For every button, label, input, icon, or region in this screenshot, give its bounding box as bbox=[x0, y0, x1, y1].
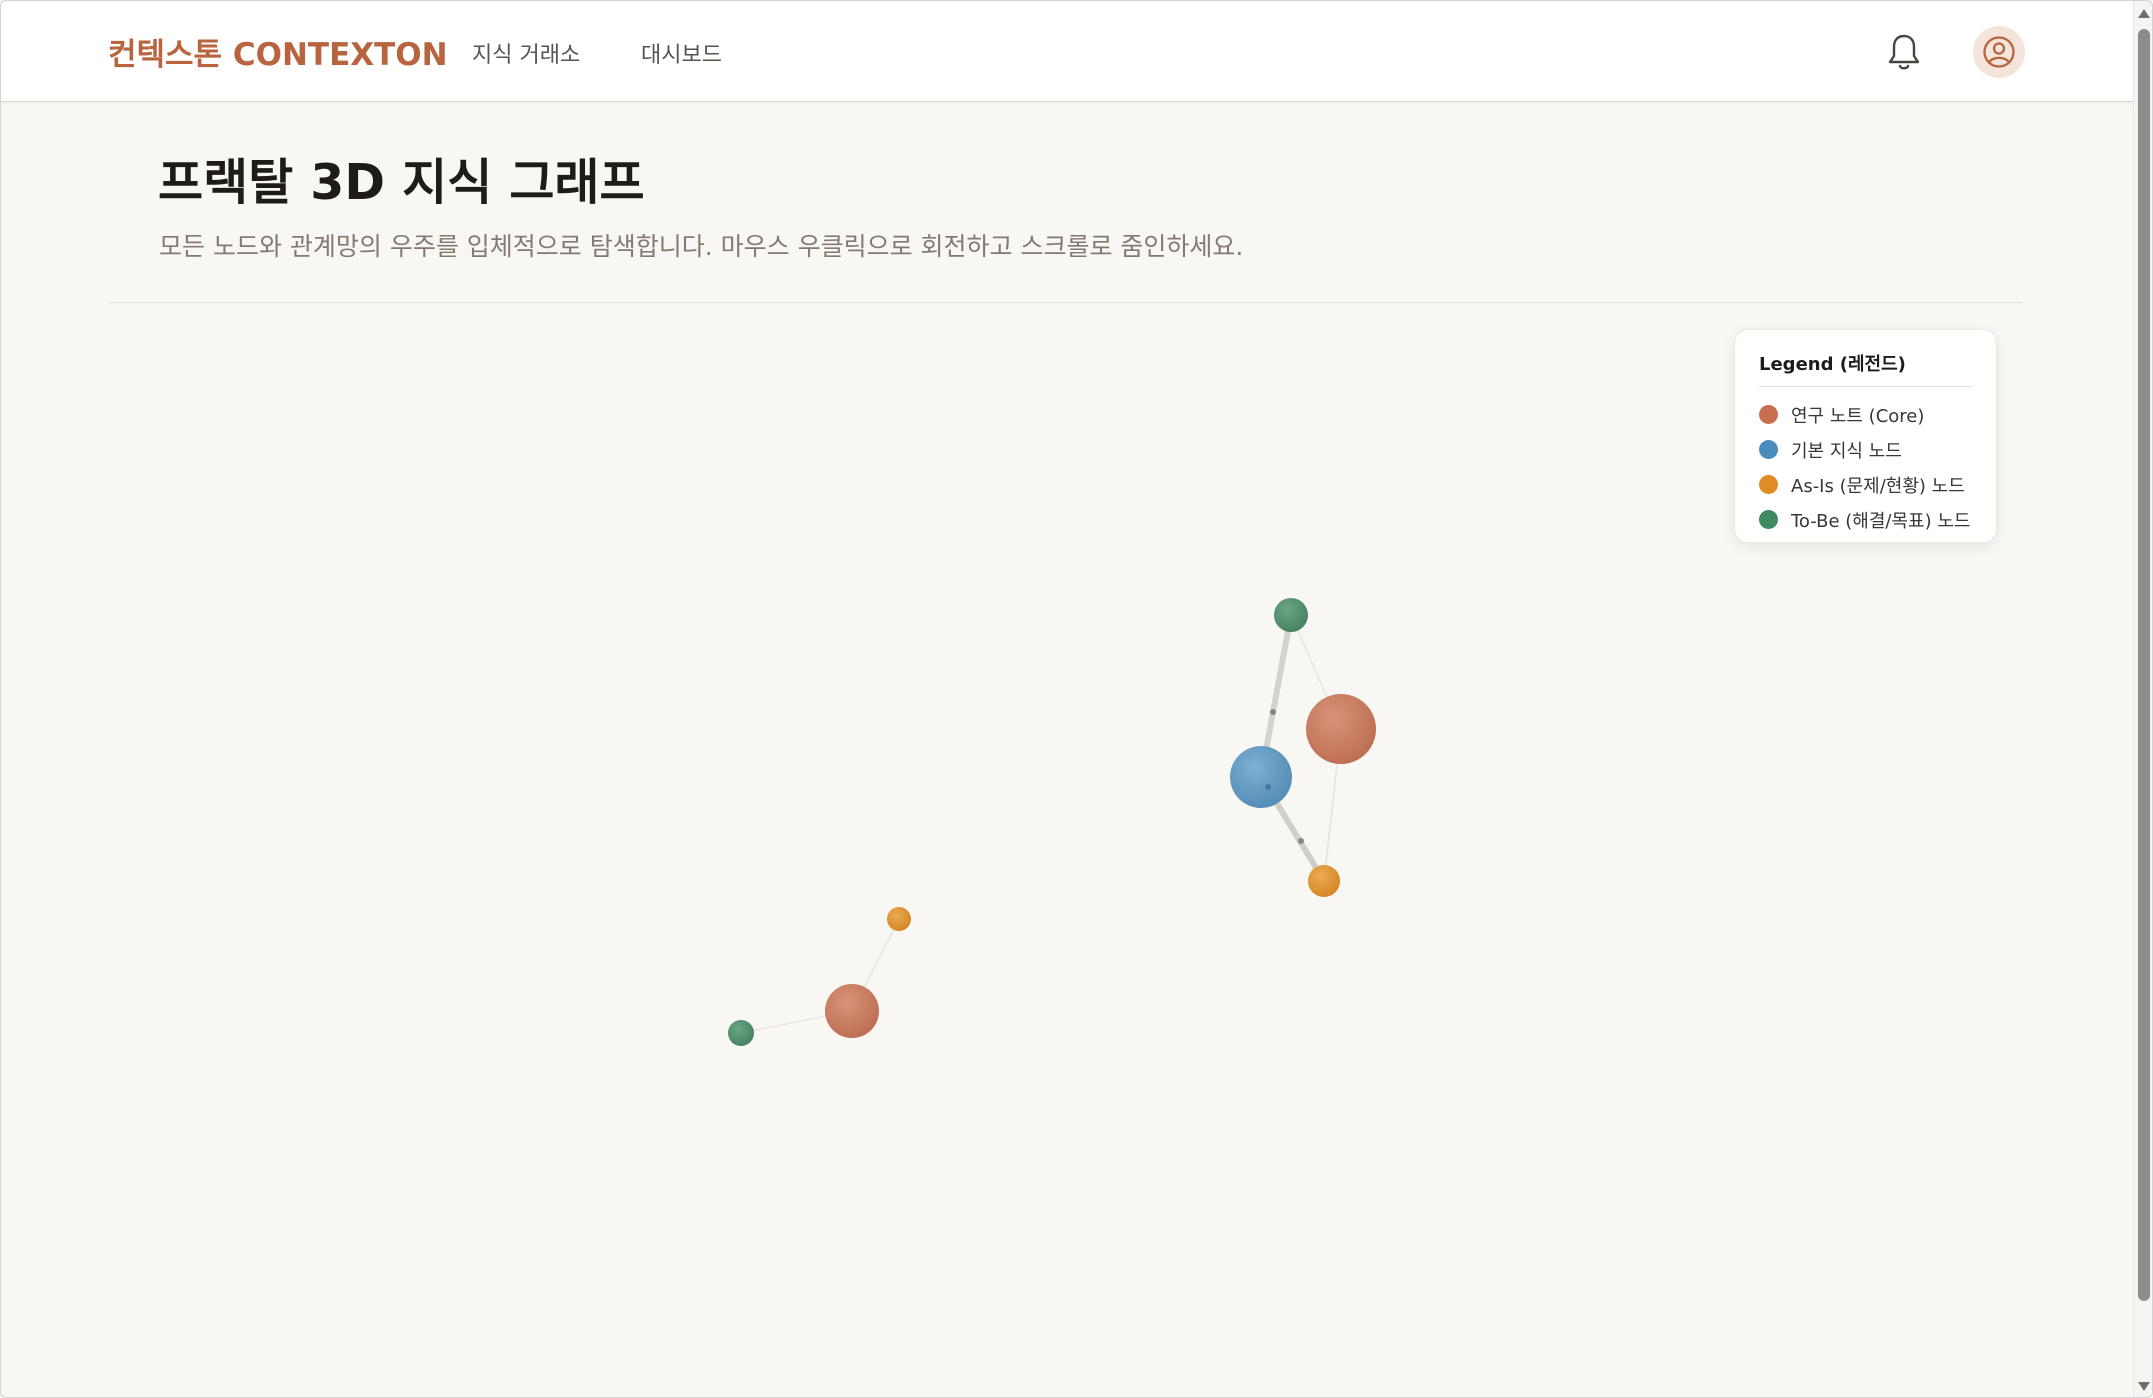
legend-item-to-be: To-Be (해결/목표) 노드 bbox=[1759, 502, 1972, 537]
graph-node-to-be[interactable] bbox=[728, 1020, 754, 1046]
graph-node-core[interactable] bbox=[1306, 694, 1376, 764]
user-circle-icon bbox=[1983, 36, 2015, 68]
bell-icon[interactable] bbox=[1885, 32, 1923, 72]
legend-dot bbox=[1759, 440, 1778, 459]
legend-dot bbox=[1759, 405, 1778, 424]
scroll-up-arrow-icon[interactable] bbox=[2138, 9, 2150, 18]
link-particle bbox=[1298, 838, 1304, 844]
vertical-scrollbar[interactable] bbox=[2133, 1, 2152, 1397]
graph-node-as-is[interactable] bbox=[887, 907, 911, 931]
legend-label: As-Is (문제/현황) 노드 bbox=[1791, 475, 1965, 497]
scroll-down-arrow-icon[interactable] bbox=[2138, 1382, 2150, 1391]
legend-panel: Legend (레전드) 연구 노트 (Core) 기본 지식 노드 As-Is… bbox=[1734, 329, 1997, 543]
brand-logo[interactable]: 컨텍스톤 CONTEXTON bbox=[108, 29, 448, 74]
graph-node-to-be[interactable] bbox=[1274, 598, 1308, 632]
graph-node-core[interactable] bbox=[825, 984, 879, 1038]
top-navbar: 컨텍스톤 CONTEXTON 지식 거래소 대시보드 bbox=[1, 1, 2133, 102]
link-particle bbox=[1265, 784, 1271, 790]
page-title: 프랙탈 3D 지식 그래프 bbox=[158, 154, 645, 211]
graph-node-as-is[interactable] bbox=[1308, 865, 1340, 897]
nav-link-knowledge-exchange[interactable]: 지식 거래소 bbox=[472, 37, 580, 69]
legend-dot bbox=[1759, 475, 1778, 494]
scrollbar-thumb[interactable] bbox=[2138, 29, 2150, 1301]
legend-item-base: 기본 지식 노드 bbox=[1759, 432, 1972, 467]
legend-label: To-Be (해결/목표) 노드 bbox=[1791, 510, 1971, 532]
legend-label: 기본 지식 노드 bbox=[1791, 440, 1902, 462]
legend-item-as-is: As-Is (문제/현황) 노드 bbox=[1759, 467, 1972, 502]
graph-node-base[interactable] bbox=[1230, 746, 1292, 808]
legend-item-core: 연구 노트 (Core) bbox=[1759, 397, 1972, 432]
page-subtitle: 모든 노드와 관계망의 우주를 입체적으로 탐색합니다. 마우스 우클릭으로 회… bbox=[159, 232, 1244, 261]
legend-title: Legend (레전드) bbox=[1759, 350, 1972, 387]
link-particle bbox=[1270, 709, 1276, 715]
legend-label: 연구 노트 (Core) bbox=[1791, 405, 1925, 427]
legend-dot bbox=[1759, 510, 1778, 529]
profile-avatar-button[interactable] bbox=[1973, 26, 2025, 78]
app-window: 컨텍스톤 CONTEXTON 지식 거래소 대시보드 프랙탈 3D 지식 그래프… bbox=[0, 0, 2153, 1398]
nav-link-dashboard[interactable]: 대시보드 bbox=[641, 37, 722, 69]
